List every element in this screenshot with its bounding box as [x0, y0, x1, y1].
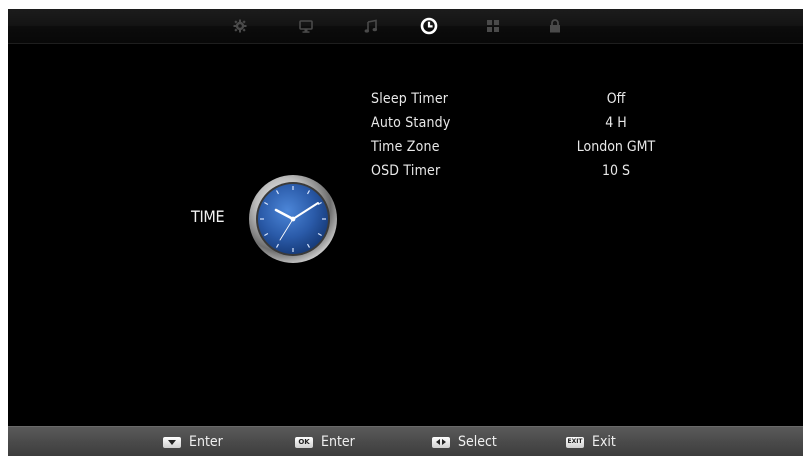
tab-setup-settings[interactable] — [482, 15, 504, 37]
hint-enter-ok: OK Enter — [295, 434, 355, 450]
footer-hint-bar: Enter OK Enter Select EXIT Exit — [8, 426, 803, 456]
tab-lock-settings[interactable] — [544, 15, 566, 37]
menu-item-label: OSD Timer — [371, 163, 441, 179]
tab-sound-settings[interactable] — [360, 15, 382, 37]
hint-exit: EXIT Exit — [566, 434, 616, 450]
hint-label: Select — [458, 434, 497, 450]
hint-label: Enter — [189, 434, 223, 450]
hint-enter-down: Enter — [163, 434, 223, 450]
exit-key-icon: EXIT — [566, 436, 584, 448]
menu-item-value: 10 S — [601, 163, 631, 179]
lock-icon — [550, 19, 560, 33]
menu-item-value: Off — [606, 91, 626, 107]
page-title: TIME — [191, 207, 225, 226]
menu-tab-bar — [8, 9, 803, 44]
music-note-icon — [364, 19, 377, 33]
menu-item-label: Sleep Timer — [371, 91, 449, 107]
clock-icon — [420, 17, 438, 35]
gear-icon — [233, 19, 247, 33]
menu-item-value: London GMT — [576, 139, 656, 155]
grid-icon — [487, 20, 499, 32]
menu-item-label: Auto Standy — [371, 115, 451, 131]
menu-item-label: Time Zone — [371, 139, 440, 155]
monitor-icon — [299, 19, 313, 33]
ok-key-icon: OK — [295, 436, 313, 448]
tab-screen-settings[interactable] — [295, 15, 317, 37]
tv-osd-screen: Sleep Timer Off Auto Standy 4 H Time Zon… — [8, 9, 803, 456]
hint-label: Enter — [321, 434, 355, 450]
hint-label: Exit — [592, 434, 616, 450]
down-arrow-key-icon — [163, 436, 181, 448]
menu-item-value: 4 H — [605, 115, 627, 131]
tab-picture-settings[interactable] — [229, 15, 251, 37]
tab-time-settings[interactable] — [418, 15, 440, 37]
clock-illustration-icon — [249, 175, 337, 263]
left-right-key-icon — [432, 436, 450, 448]
hint-select: Select — [432, 434, 497, 450]
